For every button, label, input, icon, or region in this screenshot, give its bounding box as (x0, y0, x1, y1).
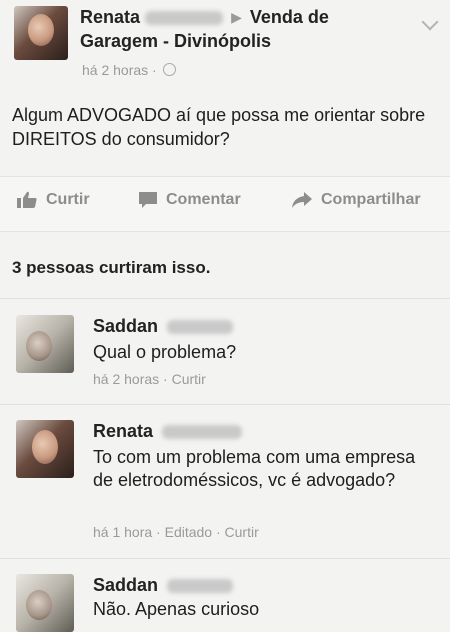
comment-button[interactable]: Comentar (138, 191, 241, 209)
comment-label: Comentar (166, 191, 241, 208)
arrow-right-icon: ▶ (231, 9, 242, 25)
thumbs-up-icon (17, 191, 37, 208)
post-meta: há 2 horas · (82, 62, 176, 78)
post-header: Renata ▶ Venda de Garagem - Divinópolis … (0, 0, 450, 92)
commenter-name-row: Renata (93, 420, 243, 442)
commenter-name-row: Saddan (93, 574, 234, 596)
comment-item: Renata To com um problema com uma empres… (0, 420, 450, 560)
divider (0, 558, 450, 559)
share-arrow-icon (292, 192, 312, 208)
post-actions-bar: Curtir Comentar Compartilhar (0, 176, 450, 232)
comment-item: Saddan Qual o problema? há 2 horas · Cur… (0, 315, 450, 405)
post-timestamp[interactable]: há 2 horas · (82, 62, 157, 78)
like-button[interactable]: Curtir (16, 191, 90, 209)
globe-icon (162, 63, 176, 76)
author-name[interactable]: Renata (80, 7, 140, 27)
redacted-surname (145, 11, 224, 26)
commenter-name-row: Saddan (93, 315, 234, 337)
comment-text: Qual o problema? (93, 342, 237, 362)
divider (0, 298, 450, 299)
redacted-surname (167, 579, 234, 594)
likes-summary[interactable]: 3 pessoas curtiram isso. (12, 258, 210, 278)
author-avatar[interactable] (14, 6, 68, 60)
chevron-down-icon[interactable] (421, 13, 439, 31)
post-text: Algum ADVOGADO aí que possa me orientar … (12, 105, 426, 149)
like-label: Curtir (46, 191, 90, 208)
commenter-name[interactable]: Saddan (93, 575, 158, 595)
commenter-name[interactable]: Renata (93, 421, 153, 441)
comment-meta[interactable]: há 1 hora · Editado · Curtir (93, 524, 259, 540)
commenter-avatar[interactable] (16, 420, 74, 478)
share-label: Compartilhar (321, 191, 421, 208)
redacted-surname (167, 320, 234, 335)
speech-bubble-icon (139, 192, 157, 208)
group-name-line1[interactable]: Venda de (250, 7, 329, 27)
share-button[interactable]: Compartilhar (291, 191, 421, 209)
comment-meta[interactable]: há 2 horas · Curtir (93, 371, 206, 387)
commenter-name[interactable]: Saddan (93, 316, 158, 336)
comment-item: Saddan Não. Apenas curioso (0, 574, 450, 632)
divider (0, 404, 450, 405)
redacted-surname (162, 425, 243, 440)
commenter-avatar[interactable] (16, 315, 74, 373)
commenter-avatar[interactable] (16, 574, 74, 632)
comment-text: To com um problema com uma empresa de el… (93, 447, 416, 490)
post-author-line: Renata ▶ Venda de Garagem - Divinópolis (80, 5, 410, 53)
group-name-line2[interactable]: Garagem - Divinópolis (80, 31, 271, 51)
comment-text: Não. Apenas curioso (93, 599, 260, 619)
